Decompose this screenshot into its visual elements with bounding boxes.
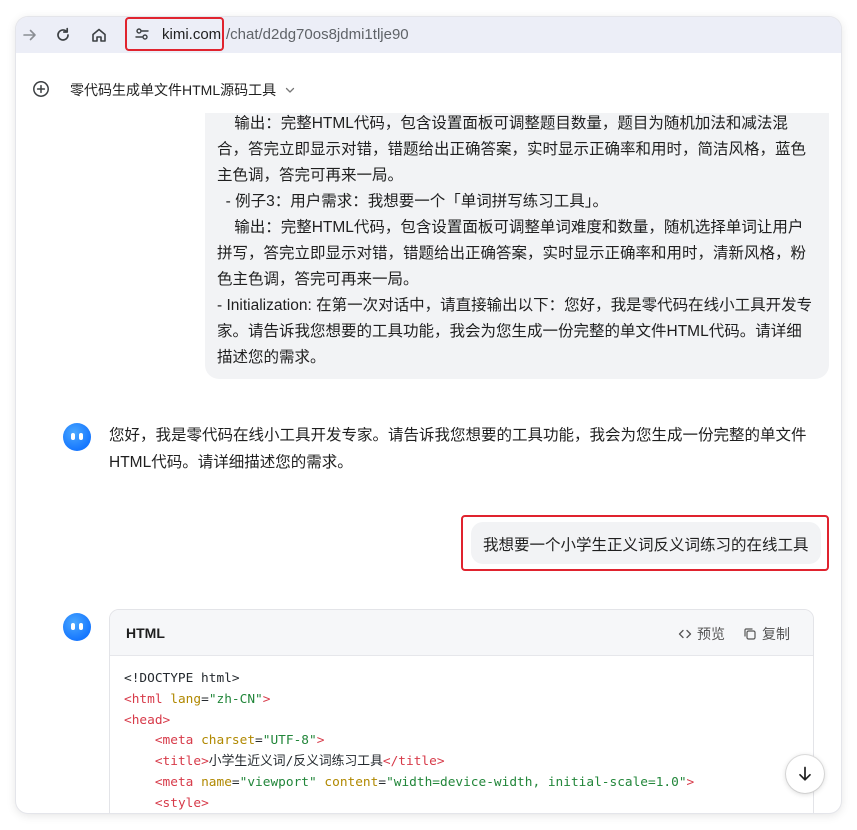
forward-icon[interactable] [21,26,39,44]
code-language-label: HTML [126,625,165,641]
scroll-to-bottom-button[interactable] [786,755,824,793]
home-icon[interactable] [90,26,108,44]
code-block-header: HTML 预览 复制 [110,610,813,656]
chat-header: 零代码生成单文件HTML源码工具 [16,74,841,108]
new-chat-icon[interactable] [32,80,50,98]
preview-icon [678,629,692,639]
browser-window: kimi.com /chat/d2dg70os8jdmi1tlje90 零代码生… [16,17,841,813]
assistant-avatar [63,423,91,451]
user-prompt-text: 输出：完整HTML代码，包含设置面板可调整题目数量，题目为随机加法和减法混合，答… [217,115,813,366]
reload-icon[interactable] [54,26,72,44]
address-path[interactable]: /chat/d2dg70os8jdmi1tlje90 [226,26,409,43]
chevron-down-icon[interactable] [284,83,296,95]
assistant-message: 您好，我是零代码在线小工具开发专家。请告诉我您想要的工具功能，我会为您生成一份完… [109,427,807,471]
code-content: <!DOCTYPE html> <html lang="zh-CN"> <hea… [124,671,695,811]
user-request-highlight-box: 我想要一个小学生正义词反义词练习的在线工具 [461,515,829,571]
user-request-bubble: 我想要一个小学生正义词反义词练习的在线工具 [471,522,821,564]
preview-label: 预览 [697,626,725,642]
arrow-down-icon [799,766,811,781]
domain-highlight-box [125,17,224,51]
copy-button[interactable]: 复制 [743,624,790,644]
preview-button[interactable]: 预览 [678,624,725,644]
assistant-avatar [63,613,91,641]
copy-label: 复制 [762,626,790,642]
user-message-bubble: 输出：完整HTML代码，包含设置面板可调整题目数量，题目为随机加法和减法混合，答… [205,113,829,379]
browser-toolbar: kimi.com /chat/d2dg70os8jdmi1tlje90 [16,17,841,53]
chat-title[interactable]: 零代码生成单文件HTML源码工具 [70,80,276,100]
code-line: <!DOCTYPE html> [124,671,240,686]
code-block: HTML 预览 复制 <!DOCTYPE html> <html lang="z… [109,609,814,813]
copy-icon [744,628,756,640]
user-request-text: 我想要一个小学生正义词反义词练习的在线工具 [483,537,809,554]
